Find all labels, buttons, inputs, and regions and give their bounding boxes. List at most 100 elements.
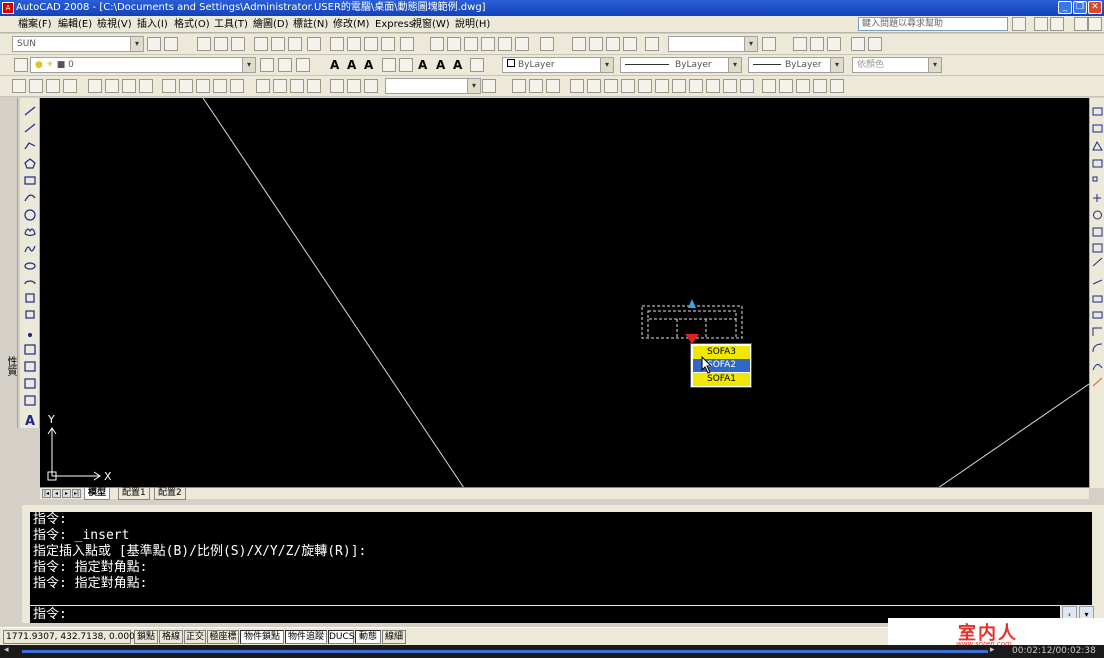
- close-button[interactable]: ✕: [1088, 1, 1102, 14]
- text-style-icon[interactable]: A: [418, 58, 427, 72]
- convert-distance-icon[interactable]: [470, 58, 484, 72]
- copy-icon[interactable]: [347, 37, 361, 51]
- rotate-faces-icon[interactable]: [638, 79, 652, 93]
- publish-icon[interactable]: [288, 37, 302, 51]
- menu-draw[interactable]: 繪圖(D): [253, 17, 289, 32]
- video-progress-track[interactable]: [22, 650, 988, 653]
- properties-icon[interactable]: [498, 37, 512, 51]
- lineweight-toggle[interactable]: 線細: [382, 630, 406, 644]
- zoom-window-icon[interactable]: [464, 37, 478, 51]
- arc-length-icon[interactable]: [46, 79, 60, 93]
- spell-check-icon[interactable]: [399, 58, 413, 72]
- copy-edges-icon[interactable]: [706, 79, 720, 93]
- dim-text-edit-icon[interactable]: [347, 79, 361, 93]
- plot-icon[interactable]: [254, 37, 268, 51]
- separate-icon[interactable]: [779, 79, 793, 93]
- 3d-dwf-icon[interactable]: [307, 37, 321, 51]
- favorites-star-icon[interactable]: [1050, 17, 1064, 31]
- area-icon[interactable]: [589, 37, 603, 51]
- layer-prev-icon[interactable]: [851, 37, 865, 51]
- named-views-combo[interactable]: ▾: [668, 36, 758, 52]
- dim-style-combo[interactable]: ▾: [385, 78, 481, 94]
- locate-point-icon[interactable]: [645, 37, 659, 51]
- ducs-toggle[interactable]: DUCS: [328, 630, 355, 644]
- doc-minimize-button[interactable]: [1074, 17, 1088, 31]
- make-layer-current-icon[interactable]: [260, 58, 274, 72]
- move-faces-icon[interactable]: [587, 79, 601, 93]
- tab-layout1[interactable]: 配置1: [118, 488, 150, 500]
- communication-center-icon[interactable]: [1034, 17, 1048, 31]
- quick-dim-icon[interactable]: [162, 79, 176, 93]
- shell-icon[interactable]: [796, 79, 810, 93]
- inspection-icon[interactable]: [290, 79, 304, 93]
- imprint-icon[interactable]: [740, 79, 754, 93]
- coordinate-readout[interactable]: 1771.9307, 432.7138, 0.0000: [3, 630, 141, 644]
- prev-tab-button[interactable]: ◂: [52, 489, 61, 498]
- lineweight-combo[interactable]: ByLayer ▾: [748, 57, 844, 73]
- dim-update-icon[interactable]: [364, 79, 378, 93]
- snap-toggle[interactable]: 鎖點: [134, 630, 158, 644]
- pan-icon[interactable]: [430, 37, 444, 51]
- search-icon[interactable]: [1012, 17, 1026, 31]
- menu-edit[interactable]: 編輯(E): [58, 17, 92, 32]
- menu-file[interactable]: 檔案(F): [18, 17, 52, 32]
- copy-faces-icon[interactable]: [672, 79, 686, 93]
- menu-modify[interactable]: 修改(M): [333, 17, 369, 32]
- otrack-toggle[interactable]: 物件追蹤: [285, 630, 327, 644]
- color-edges-icon[interactable]: [723, 79, 737, 93]
- workspace-settings-icon[interactable]: [147, 37, 161, 51]
- menu-format[interactable]: 格式(O): [174, 17, 210, 32]
- last-tab-button[interactable]: ▸|: [72, 489, 81, 498]
- menu-tools[interactable]: 工具(T): [214, 17, 248, 32]
- redo-icon[interactable]: [400, 37, 414, 51]
- menu-window[interactable]: 視窗(W): [412, 17, 450, 32]
- intersect-icon[interactable]: [546, 79, 560, 93]
- menu-insert[interactable]: 插入(I): [137, 17, 168, 32]
- ordinate-dim-icon[interactable]: [63, 79, 77, 93]
- restore-button[interactable]: ❐: [1073, 1, 1087, 14]
- solid-edit-icon[interactable]: [830, 79, 844, 93]
- mtext-icon[interactable]: A: [347, 58, 356, 72]
- zoom-realtime-icon[interactable]: [447, 37, 461, 51]
- union-icon[interactable]: [512, 79, 526, 93]
- tolerance-icon[interactable]: [256, 79, 270, 93]
- tab-layout2[interactable]: 配置2: [154, 488, 186, 500]
- delete-faces-icon[interactable]: [621, 79, 635, 93]
- view-manager-icon[interactable]: [762, 37, 776, 51]
- continue-dim-icon[interactable]: [196, 79, 210, 93]
- help-search-input[interactable]: 鍵入問題以尋求幫助: [858, 17, 1008, 31]
- dim-edit-icon[interactable]: [330, 79, 344, 93]
- menu-dimension[interactable]: 標註(N): [293, 17, 328, 32]
- plot-preview-icon[interactable]: [271, 37, 285, 51]
- layer-states-icon[interactable]: [868, 37, 882, 51]
- baseline-dim-icon[interactable]: [179, 79, 193, 93]
- layer-properties-icon[interactable]: [14, 58, 28, 72]
- layer-combo[interactable]: ● ☀ ■ 0 ▾: [30, 57, 256, 73]
- minimize-button[interactable]: _: [1058, 1, 1072, 14]
- diameter-dim-icon[interactable]: [122, 79, 136, 93]
- dyn-toggle[interactable]: 動態: [355, 630, 381, 644]
- new-file-icon[interactable]: [197, 37, 211, 51]
- zoom-previous-icon[interactable]: [481, 37, 495, 51]
- workspace-save-icon[interactable]: [164, 37, 178, 51]
- doc-close-button[interactable]: [1088, 17, 1102, 31]
- dist-icon[interactable]: [572, 37, 586, 51]
- workspace-combo[interactable]: SUN ▾: [12, 36, 144, 52]
- cut-icon[interactable]: [330, 37, 344, 51]
- jogged-linear-icon[interactable]: [307, 79, 321, 93]
- first-tab-button[interactable]: |◂: [42, 489, 51, 498]
- lookup-option[interactable]: SOFA1: [693, 373, 750, 386]
- polar-toggle[interactable]: 極座標: [207, 630, 239, 644]
- aligned-dim-icon[interactable]: [29, 79, 43, 93]
- menu-help[interactable]: 說明(H): [455, 17, 490, 32]
- offset-faces-icon[interactable]: [604, 79, 618, 93]
- save-icon[interactable]: [231, 37, 245, 51]
- rewind-icon[interactable]: ◂: [4, 645, 9, 655]
- menu-express[interactable]: Express: [375, 17, 414, 32]
- find-text-icon[interactable]: [382, 58, 396, 72]
- subtract-icon[interactable]: [529, 79, 543, 93]
- angular-dim-icon[interactable]: [139, 79, 153, 93]
- color-combo[interactable]: ByLayer ▾: [502, 57, 614, 73]
- forward-icon[interactable]: ▸: [990, 645, 995, 655]
- grid-toggle[interactable]: 格線: [159, 630, 183, 644]
